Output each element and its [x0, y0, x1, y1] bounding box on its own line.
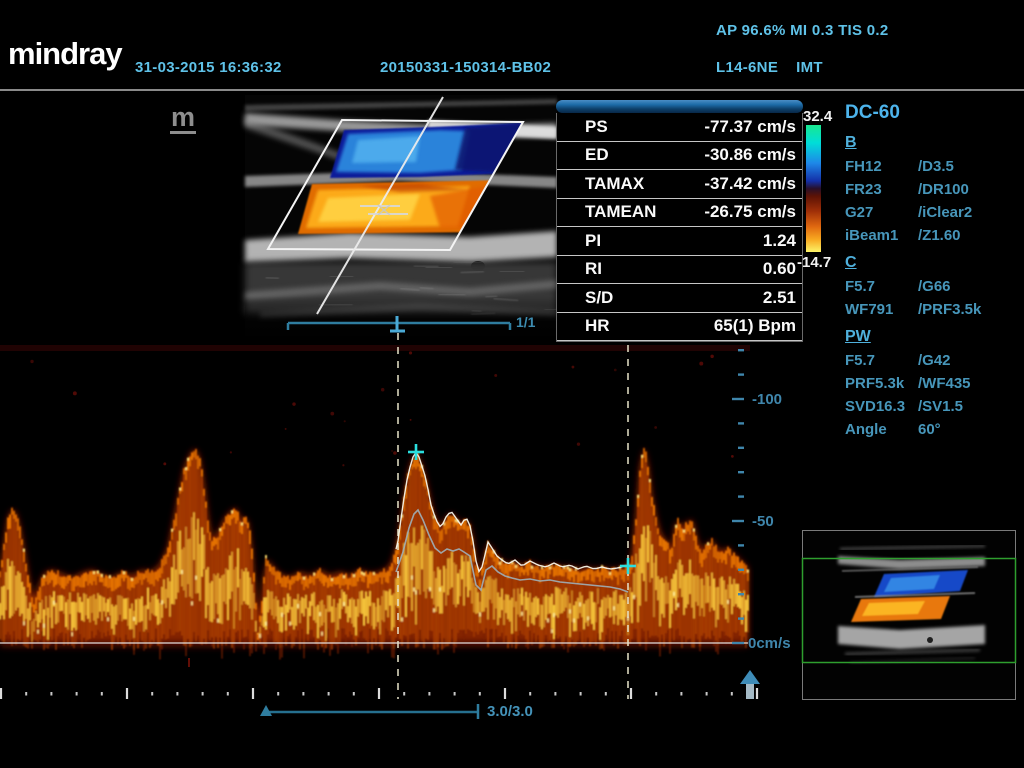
parameter-value: /D3.5	[918, 158, 954, 175]
orientation-mark: m	[170, 104, 196, 134]
parameter-name: iBeam1	[845, 227, 918, 244]
parameter-name: G27	[845, 204, 918, 221]
measurement-value: -77.37 cm/s	[704, 117, 796, 137]
screen: mindray 31-03-2015 16:36:32 20150331-150…	[0, 0, 1024, 768]
measurement-label: RI	[585, 259, 602, 279]
page-indicator: 1/1	[516, 314, 535, 330]
parameter-value: /PRF3.5k	[918, 301, 981, 318]
measurement-value: -37.42 cm/s	[704, 174, 796, 194]
measurement-panel: PS -77.37 cm/s ED -30.86 cm/s TAMAX -37.42 cm…	[556, 100, 803, 342]
parameter-value: /DR100	[918, 181, 969, 198]
parameter-value: /G42	[918, 352, 951, 369]
color-scale-min: -14.7	[797, 254, 831, 271]
thumbnail-image[interactable]	[803, 531, 1016, 700]
parameter-row: F5.7/G42	[845, 352, 1020, 369]
measurement-value: -30.86 cm/s	[704, 145, 796, 165]
parameter-name: Angle	[845, 421, 918, 438]
mode-section-title: C	[845, 254, 1020, 272]
parameter-value: 60°	[918, 421, 941, 438]
measurement-row: PS -77.37 cm/s	[557, 113, 802, 142]
sweep-measure-line	[260, 704, 478, 719]
parameter-name: F5.7	[845, 352, 918, 369]
mode-section-title: PW	[845, 328, 1020, 346]
parameter-value: /iClear2	[918, 204, 972, 221]
axis-label-50: -50	[752, 513, 774, 530]
parameter-name: F5.7	[845, 278, 918, 295]
measurement-row: HR 65(1) Bpm	[557, 313, 802, 342]
measurement-value: 65(1) Bpm	[714, 316, 796, 336]
parameter-row: WF791/PRF3.5k	[845, 301, 1020, 318]
parameter-name: WF791	[845, 301, 918, 318]
parameter-value: /G66	[918, 278, 951, 295]
parameter-row: SVD16.3/SV1.5	[845, 398, 1020, 415]
measurement-row: RI 0.60	[557, 256, 802, 285]
measurement-value: -26.75 cm/s	[704, 202, 796, 222]
measurement-label: HR	[585, 316, 610, 336]
parameter-value: /SV1.5	[918, 398, 963, 415]
parameter-row: FH12/D3.5	[845, 158, 1020, 175]
parameter-row: iBeam1/Z1.60	[845, 227, 1020, 244]
measurement-row: ED -30.86 cm/s	[557, 142, 802, 171]
spectral-waveform	[0, 345, 750, 667]
measurement-label: TAMEAN	[585, 202, 656, 222]
parameter-value: /WF435	[918, 375, 971, 392]
parameter-row: F5.7/G66	[845, 278, 1020, 295]
color-scale-bar	[806, 125, 821, 252]
parameter-row: FR23/DR100	[845, 181, 1020, 198]
parameter-row: Angle60°	[845, 421, 1020, 438]
parameter-value: /Z1.60	[918, 227, 961, 244]
parameter-name: FR23	[845, 181, 918, 198]
mode-section-title: B	[845, 134, 1020, 152]
measurement-value: 1.24	[763, 231, 796, 251]
parameter-row: G27/iClear2	[845, 204, 1020, 221]
measurement-rows: PS -77.37 cm/s ED -30.86 cm/s TAMAX -37.42 cm…	[556, 113, 803, 342]
color-scale-max: 32.4	[803, 108, 832, 125]
time-ruler	[1, 688, 757, 699]
axis-label-100: -100	[752, 391, 782, 408]
parameter-row: PRF5.3k/WF435	[845, 375, 1020, 392]
measurement-row: S/D 2.51	[557, 284, 802, 313]
measurement-row: PI 1.24	[557, 227, 802, 256]
system-model: DC-60	[845, 102, 1020, 124]
sweep-length-label: 3.0/3.0	[487, 703, 533, 720]
measurement-panel-header	[556, 100, 803, 113]
measurement-value: 0.60	[763, 259, 796, 279]
parameter-name: PRF5.3k	[845, 375, 918, 392]
imaging-parameters-sidebar: DC-60BFH12/D3.5FR23/DR100G27/iClear2iBea…	[845, 102, 1020, 444]
measurement-label: ED	[585, 145, 609, 165]
measurement-label: TAMAX	[585, 174, 644, 194]
measurement-row: TAMAX -37.42 cm/s	[557, 170, 802, 199]
measurement-label: PI	[585, 231, 601, 251]
measurement-row: TAMEAN -26.75 cm/s	[557, 199, 802, 228]
measurement-value: 2.51	[763, 288, 796, 308]
axis-label-0: 0cm/s	[748, 635, 791, 652]
parameter-name: SVD16.3	[845, 398, 918, 415]
parameter-name: FH12	[845, 158, 918, 175]
measurement-label: PS	[585, 117, 608, 137]
measurement-label: S/D	[585, 288, 613, 308]
